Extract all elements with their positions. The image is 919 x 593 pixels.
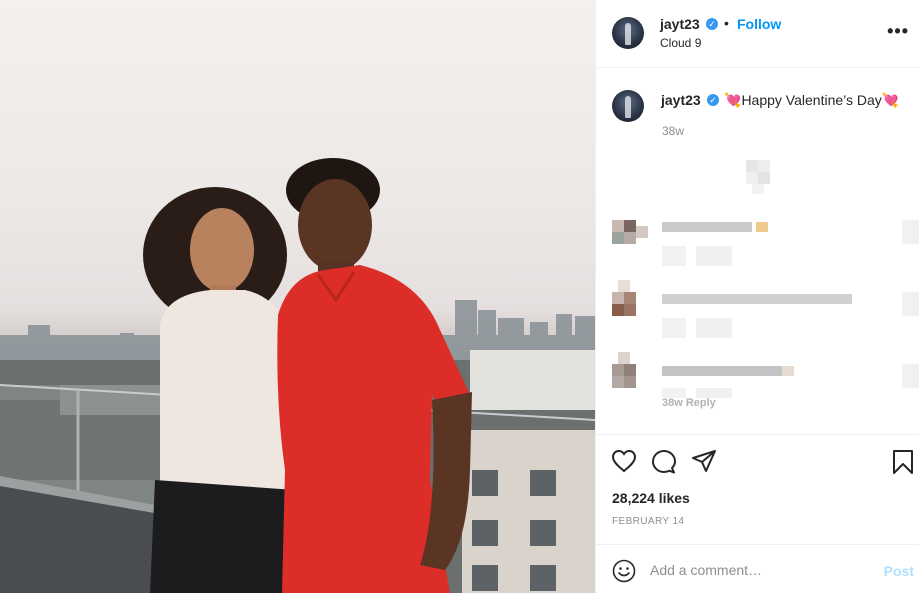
pixelated-comments — [612, 160, 919, 398]
blurred-comment-2 — [612, 280, 919, 338]
photo-illustration — [0, 158, 595, 593]
author-username[interactable]: jayt23 — [660, 16, 700, 32]
faded-comment-meta: 38w Reply — [662, 397, 716, 409]
author-avatar[interactable] — [612, 17, 644, 49]
comment-bubble-icon[interactable] — [651, 449, 677, 475]
verified-badge-icon: ✓ — [706, 18, 718, 30]
bookmark-icon[interactable] — [892, 449, 914, 475]
add-comment-bar: Post — [596, 544, 919, 593]
comment-input[interactable] — [650, 557, 860, 583]
blurred-comment-3 — [612, 352, 919, 398]
post-photo[interactable] — [0, 0, 595, 593]
likes-count[interactable]: 28,224 likes — [612, 490, 690, 506]
follow-button[interactable]: Follow — [737, 16, 781, 32]
separator-dot: • — [724, 15, 729, 31]
comments-section[interactable]: jayt23 ✓ 💘Happy Valentine’s Day💘 38w 38w… — [596, 68, 919, 434]
post-location[interactable]: Cloud 9 — [660, 36, 701, 50]
blurred-comment-1 — [612, 220, 919, 266]
post-date[interactable]: FEBRUARY 14 — [612, 516, 684, 527]
post-actions: 28,224 likes FEBRUARY 14 — [596, 434, 919, 544]
post-side-panel: jayt23 ✓ • Follow Cloud 9 ••• jayt23 ✓ 💘… — [595, 0, 919, 593]
post-header: jayt23 ✓ • Follow Cloud 9 ••• — [596, 0, 919, 68]
heart-icon[interactable] — [611, 449, 637, 473]
smiley-icon[interactable] — [612, 559, 636, 583]
paper-plane-icon[interactable] — [691, 449, 717, 473]
load-more-blur — [746, 160, 770, 194]
more-options-icon[interactable]: ••• — [887, 21, 909, 42]
post-comment-button[interactable]: Post — [884, 563, 914, 579]
